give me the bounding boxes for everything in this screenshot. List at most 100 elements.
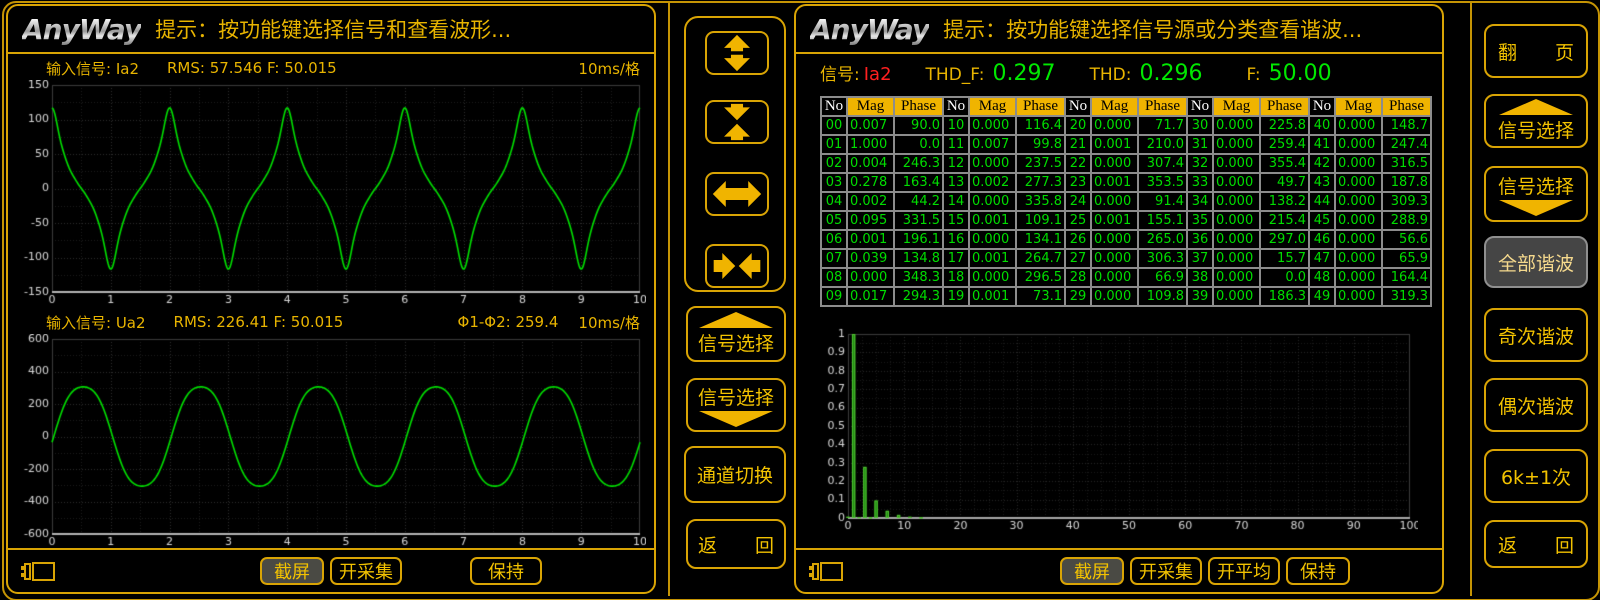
harmonic-cell: 66.9 — [1138, 268, 1187, 287]
harmonic-cell: 15.7 — [1260, 249, 1309, 268]
start-average-button[interactable]: 开平均 — [1208, 557, 1280, 585]
harmonic-col-header: No — [1309, 97, 1335, 116]
screenshot-button[interactable]: 截屏 — [260, 557, 324, 585]
harmonic-table-row: 000.00790.0100.000116.4200.00071.7300.00… — [821, 116, 1431, 135]
thdf-label: THD_F: — [926, 65, 985, 85]
signal-name-value: Ia2 — [864, 64, 892, 85]
expand-horizontal-button[interactable] — [705, 172, 769, 216]
harmonic-cell: 37 — [1187, 249, 1213, 268]
harmonic-cell: 71.7 — [1138, 116, 1187, 135]
harmonic-table-row: 060.001196.1160.000134.1260.000265.0360.… — [821, 230, 1431, 249]
harmonic-cell: 0.000 — [1091, 249, 1138, 268]
compress-horizontal-icon — [711, 247, 763, 285]
signal-select-down-button[interactable]: 信号选择 — [1484, 166, 1588, 222]
harmonic-cell: 0.000 — [1213, 192, 1260, 211]
harmonic-cell: 28 — [1065, 268, 1091, 287]
harmonic-cell: 0.278 — [847, 173, 894, 192]
harmonic-table: NoMagPhaseNoMagPhaseNoMagPhaseNoMagPhase… — [820, 96, 1432, 307]
harmonic-cell: 0.000 — [1213, 287, 1260, 306]
back-button-left[interactable]: 返 回 — [686, 519, 786, 569]
signal-select-up-button[interactable]: 信号选择 — [686, 306, 786, 362]
back-button-right[interactable]: 返 回 — [1484, 520, 1588, 568]
freq-value: 50.00 — [1269, 61, 1332, 86]
left-panel-header: AnyWay 提示：按功能键选择信号和查看波形... — [8, 6, 654, 54]
harmonic-cell: 10 — [943, 116, 969, 135]
hold-button[interactable]: 保持 — [1286, 557, 1350, 585]
harmonic-cell: 12 — [943, 154, 969, 173]
harmonic-cell: 73.1 — [1016, 287, 1065, 306]
harmonic-cell: 09 — [821, 287, 847, 306]
harmonic-cell: 04 — [821, 192, 847, 211]
triangle-down-icon — [1499, 200, 1573, 216]
harmonic-cell: 33 — [1187, 173, 1213, 192]
harmonic-cell: 237.5 — [1016, 154, 1065, 173]
storage-device-icon — [808, 561, 844, 582]
screenshot-button[interactable]: 截屏 — [1060, 557, 1124, 585]
wave1-signal-label: 输入信号: Ia2 — [46, 58, 139, 79]
wave1-stats: RMS: 57.546 F: 50.015 — [167, 59, 337, 77]
signal-select-up-label: 信号选择 — [1498, 116, 1574, 143]
harmonic-cell: 06 — [821, 230, 847, 249]
waveform-panel: AnyWay 提示：按功能键选择信号和查看波形... 输入信号: Ia2 RMS… — [6, 4, 656, 594]
harmonic-cell: 0.000 — [1213, 230, 1260, 249]
harmonic-col-header: Phase — [1016, 97, 1065, 116]
six-k-harmonics-button[interactable]: 6k±1次 — [1484, 449, 1588, 503]
harmonic-col-header: Mag — [1335, 97, 1382, 116]
harmonic-cell: 0.000 — [969, 230, 1016, 249]
harmonic-cell: 0.000 — [969, 192, 1016, 211]
harmonic-cell: 0.000 — [1335, 211, 1382, 230]
harmonic-cell: 277.3 — [1016, 173, 1065, 192]
even-harmonics-button[interactable]: 偶次谐波 — [1484, 378, 1588, 432]
hold-button[interactable]: 保持 — [470, 557, 542, 585]
wave1-info-row: 输入信号: Ia2 RMS: 57.546 F: 50.015 10ms/格 — [46, 58, 640, 78]
harmonic-cell: 0.000 — [1213, 116, 1260, 135]
harmonic-cell: 0.000 — [1091, 192, 1138, 211]
compress-vertical-button[interactable] — [705, 100, 769, 144]
harmonic-cell: 309.3 — [1382, 192, 1431, 211]
harmonic-cell: 0.000 — [1213, 211, 1260, 230]
zoom-button-group — [684, 16, 786, 292]
harmonic-cell: 42 — [1309, 154, 1335, 173]
channel-switch-button[interactable]: 通道切换 — [684, 446, 786, 503]
harmonic-cell: 0.000 — [1091, 116, 1138, 135]
harmonic-cell: 109.8 — [1138, 287, 1187, 306]
harmonic-table-row: 090.017294.3190.00173.1290.000109.8390.0… — [821, 287, 1431, 306]
harmonic-cell: 56.6 — [1382, 230, 1431, 249]
harmonic-cell: 0.002 — [847, 192, 894, 211]
analyzer-screen: AnyWay 提示：按功能键选择信号和查看波形... 输入信号: Ia2 RMS… — [0, 0, 1600, 600]
harmonic-cell: 07 — [821, 249, 847, 268]
signal-select-up-button[interactable]: 信号选择 — [1484, 94, 1588, 148]
harmonic-cell: 0.001 — [847, 230, 894, 249]
right-bottom-bar: 截屏 开采集 开平均 保持 — [796, 548, 1442, 592]
harmonic-cell: 43 — [1309, 173, 1335, 192]
harmonic-cell: 0.000 — [1335, 135, 1382, 154]
harmonic-cell: 297.0 — [1260, 230, 1309, 249]
harmonic-cell: 348.3 — [894, 268, 943, 287]
thd-label: THD: — [1089, 65, 1131, 85]
thdf-value: 0.297 — [992, 61, 1055, 86]
harmonic-cell: 0.000 — [1091, 268, 1138, 287]
compress-horizontal-button[interactable] — [705, 244, 769, 288]
harmonic-cell: 0.000 — [1091, 287, 1138, 306]
harmonic-cell: 0.039 — [847, 249, 894, 268]
signal-select-down-button[interactable]: 信号选择 — [686, 378, 786, 432]
harmonic-cell: 14 — [943, 192, 969, 211]
harmonic-cell: 0.000 — [1335, 154, 1382, 173]
harmonic-cell: 109.1 — [1016, 211, 1065, 230]
harmonic-cell: 294.3 — [894, 287, 943, 306]
start-acquire-button[interactable]: 开采集 — [1130, 557, 1202, 585]
harmonic-cell: 0.007 — [969, 135, 1016, 154]
start-acquire-button[interactable]: 开采集 — [330, 557, 402, 585]
harmonic-cell: 46 — [1309, 230, 1335, 249]
harmonic-cell: 35 — [1187, 211, 1213, 230]
all-harmonics-button[interactable]: 全部谐波 — [1484, 236, 1588, 288]
wave1-timebase: 10ms/格 — [578, 58, 640, 79]
harmonic-cell: 187.8 — [1382, 173, 1431, 192]
odd-harmonics-button[interactable]: 奇次谐波 — [1484, 308, 1588, 362]
page-turn-button[interactable]: 翻 页 — [1484, 24, 1588, 78]
triangle-up-icon — [1499, 99, 1573, 115]
harmonic-cell: 0.001 — [969, 211, 1016, 230]
harmonic-cell: 0.000 — [1335, 268, 1382, 287]
expand-vertical-button[interactable] — [705, 31, 769, 75]
harmonic-cell: 30 — [1187, 116, 1213, 135]
